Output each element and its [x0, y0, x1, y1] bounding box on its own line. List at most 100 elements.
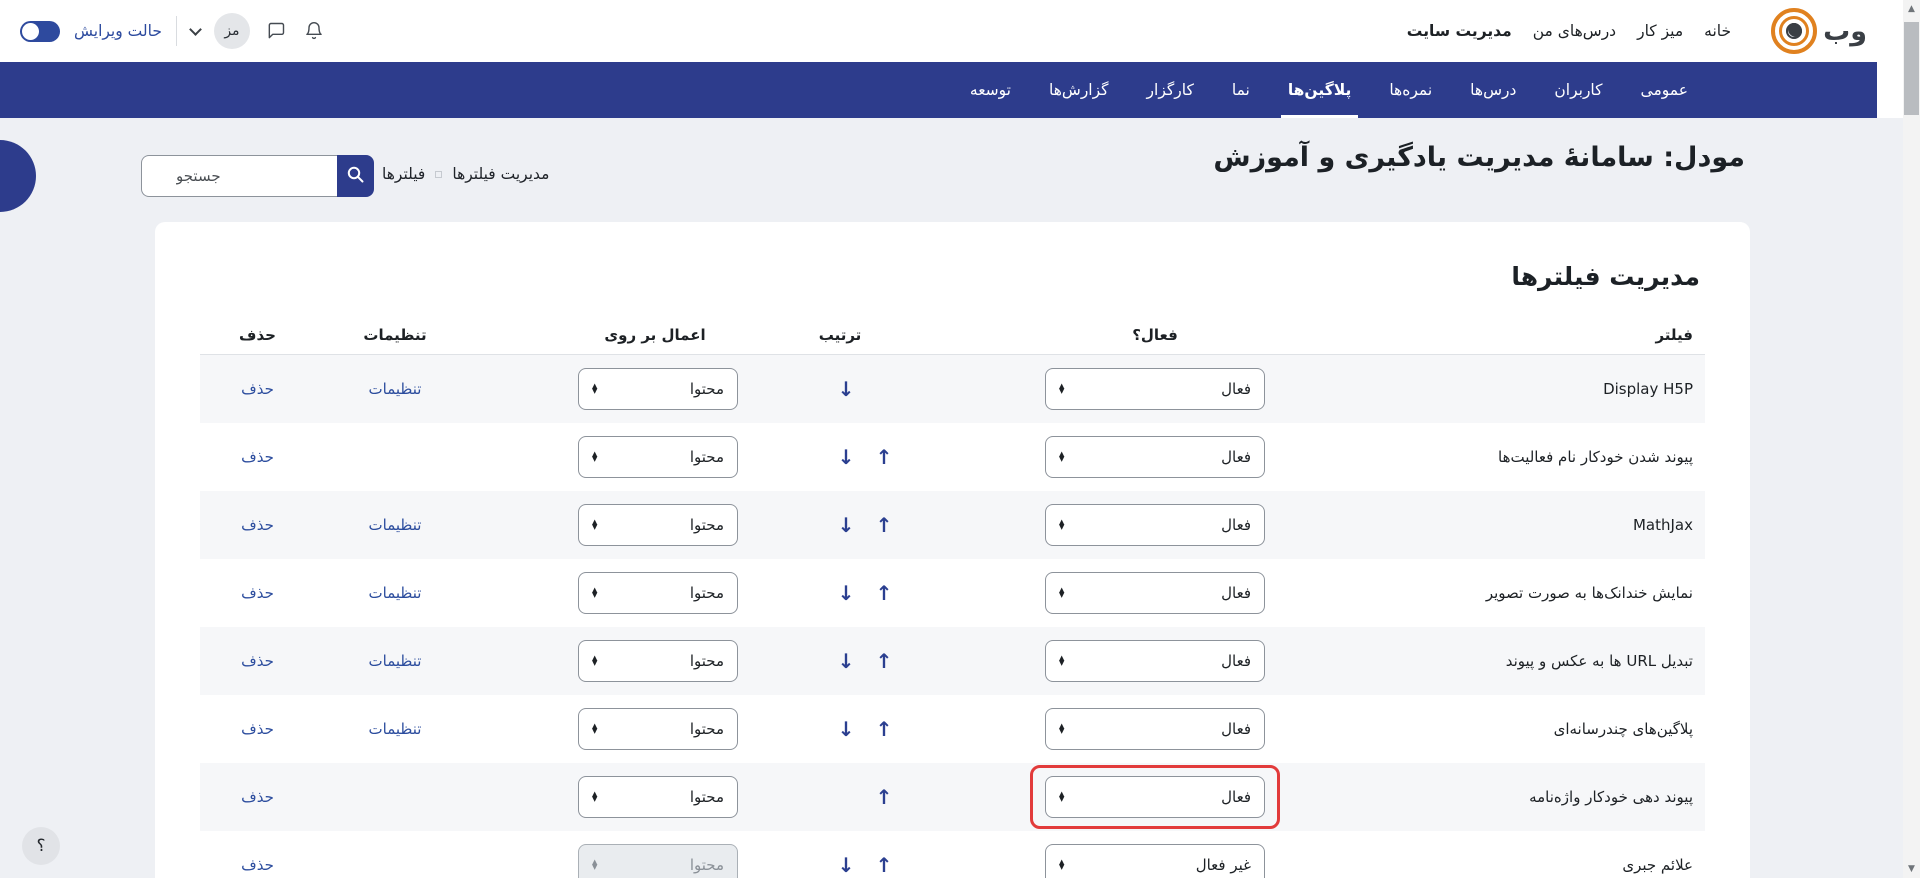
active-select[interactable]: فعال▲▼ [1045, 368, 1265, 410]
move-down-arrow[interactable]: ↓ [834, 719, 858, 739]
scrollbar-down-arrow-icon[interactable]: ▼ [1903, 864, 1920, 874]
scrollbar-thumb[interactable] [1904, 22, 1919, 115]
move-down-arrow[interactable]: ↓ [834, 583, 858, 603]
apply-select-value: محتوا [690, 516, 724, 534]
select-wrap: فعال▲▼ [1045, 368, 1265, 410]
tab-3[interactable]: نمره‌ها [1370, 62, 1451, 118]
active-select[interactable]: فعال▲▼ [1045, 776, 1265, 818]
active-cell: فعال▲▼ [1045, 640, 1265, 682]
apply-select-value: محتوا [690, 380, 724, 398]
topbar: وب خانهمیز کاردرس‌های منمدیریت سایت مز ح… [0, 0, 1920, 62]
active-select[interactable]: فعال▲▼ [1045, 640, 1265, 682]
apply-select[interactable]: محتوا▲▼ [578, 504, 738, 546]
drawer-open-button[interactable] [0, 140, 36, 212]
order-cell: ↓↑ [785, 379, 945, 399]
caret-down-glyph: ▼ [592, 457, 597, 463]
move-up-arrow[interactable]: ↑ [872, 515, 896, 535]
delete-link[interactable]: حذف [241, 380, 274, 398]
delete-link[interactable]: حذف [241, 788, 274, 806]
apply-select[interactable]: محتوا▲▼ [578, 640, 738, 682]
user-avatar[interactable]: مز [214, 13, 250, 49]
move-up-arrow[interactable]: ↑ [872, 583, 896, 603]
brand-logo[interactable]: وب [1771, 8, 1867, 54]
move-down-arrow[interactable]: ↓ [834, 447, 858, 467]
delete-link[interactable]: حذف [241, 720, 274, 738]
move-down-arrow[interactable]: ↓ [834, 515, 858, 535]
settings-link[interactable]: تنظیمات [369, 720, 422, 738]
active-select[interactable]: فعال▲▼ [1045, 504, 1265, 546]
delete-cell: حذف [200, 516, 315, 534]
filter-name: پیوند دهی خودکار واژه‌نامه [1529, 788, 1705, 806]
active-select-value: فعال [1221, 584, 1251, 602]
help-button[interactable]: ؟ [22, 827, 60, 865]
user-menu-chevron-icon[interactable] [189, 23, 202, 36]
delete-link[interactable]: حذف [241, 448, 274, 466]
filters-table-header: فیلترفعال؟ترتیباعمال بر رویتنظیماتحذف [200, 299, 1705, 355]
apply-select-value: محتوا [690, 856, 724, 874]
tab-4[interactable]: پلاگین‌ها [1269, 62, 1370, 118]
active-select[interactable]: غیر فعال▲▼ [1045, 844, 1265, 878]
breadcrumb-item-0[interactable]: فیلترها [382, 165, 425, 183]
caret-down-glyph: ▼ [1059, 457, 1064, 463]
top-nav-item-2[interactable]: درس‌های من [1533, 22, 1616, 40]
move-up-arrow[interactable]: ↑ [872, 447, 896, 467]
tab-2[interactable]: درس‌ها [1451, 62, 1535, 118]
move-down-arrow[interactable]: ↓ [834, 379, 858, 399]
select-wrap: فعال▲▼ [1045, 640, 1265, 682]
active-select[interactable]: فعال▲▼ [1045, 572, 1265, 614]
edit-mode-toggle[interactable] [20, 21, 60, 42]
apply-select[interactable]: محتوا▲▼ [578, 844, 738, 878]
delete-link[interactable]: حذف [241, 652, 274, 670]
notification-bell-icon[interactable] [302, 19, 326, 43]
caret-down-glyph: ▼ [1059, 797, 1064, 803]
apply-select[interactable]: محتوا ▲▼ [578, 368, 738, 410]
filter-name: نمایش خندانک‌ها به صورت تصویر [1486, 584, 1705, 602]
scrollbar-up-arrow-icon[interactable]: ▲ [1903, 4, 1920, 14]
updown-caret-icon: ▲▼ [592, 724, 597, 735]
move-up-arrow[interactable]: ↑ [872, 787, 896, 807]
apply-select[interactable]: محتوا▲▼ [578, 776, 738, 818]
move-up-arrow[interactable]: ↑ [872, 855, 896, 875]
top-nav-item-3[interactable]: مدیریت سایت [1407, 22, 1512, 40]
active-select[interactable]: فعال▲▼ [1045, 708, 1265, 750]
filter-name: علائم جبری [1622, 856, 1705, 874]
content-card: مدیریت فیلترها فیلترفعال؟ترتیباعمال بر ر… [155, 222, 1750, 878]
order-cell: ↓↑ [785, 787, 945, 807]
tab-5[interactable]: نما [1213, 62, 1269, 118]
admin-search [141, 155, 374, 197]
settings-link[interactable]: تنظیمات [369, 652, 422, 670]
updown-caret-icon: ▲▼ [592, 384, 597, 395]
move-up-arrow[interactable]: ↑ [872, 651, 896, 671]
tab-1[interactable]: کاربران [1535, 62, 1621, 118]
active-select[interactable]: فعال▲▼ [1045, 436, 1265, 478]
delete-link[interactable]: حذف [241, 856, 274, 874]
page-scrollbar[interactable]: ▲ ▼ [1903, 0, 1920, 878]
column-header-0: فیلتر [1655, 326, 1705, 344]
delete-cell: حذف [200, 788, 315, 806]
delete-link[interactable]: حذف [241, 516, 274, 534]
tab-6[interactable]: کارگزار [1128, 62, 1213, 118]
settings-link[interactable]: تنظیمات [369, 516, 422, 534]
delete-link[interactable]: حذف [241, 584, 274, 602]
tab-0[interactable]: عمومی [1622, 62, 1707, 118]
settings-link[interactable]: تنظیمات [369, 380, 422, 398]
tab-7[interactable]: گزارش‌ها [1030, 62, 1128, 118]
top-nav-item-1[interactable]: میز کار [1637, 22, 1683, 40]
caret-down-glyph: ▼ [1059, 661, 1064, 667]
top-nav-item-0[interactable]: خانه [1704, 22, 1731, 40]
search-input[interactable] [141, 155, 337, 197]
messages-icon[interactable] [264, 19, 288, 43]
search-button[interactable] [337, 155, 374, 197]
top-nav: خانه میز کار درس‌های من مدیریت سایت [1407, 22, 1731, 40]
settings-link[interactable]: تنظیمات [369, 584, 422, 602]
apply-select[interactable]: محتوا▲▼ [578, 572, 738, 614]
delete-cell: حذف [200, 720, 315, 738]
apply-select[interactable]: محتوا▲▼ [578, 436, 738, 478]
delete-cell: حذف [200, 380, 315, 398]
move-down-arrow[interactable]: ↓ [834, 855, 858, 875]
tab-8[interactable]: توسعه [951, 62, 1030, 118]
apply-select[interactable]: محتوا▲▼ [578, 708, 738, 750]
move-down-arrow[interactable]: ↓ [834, 651, 858, 671]
order-cell: ↓↑ [785, 855, 945, 875]
move-up-arrow[interactable]: ↑ [872, 719, 896, 739]
